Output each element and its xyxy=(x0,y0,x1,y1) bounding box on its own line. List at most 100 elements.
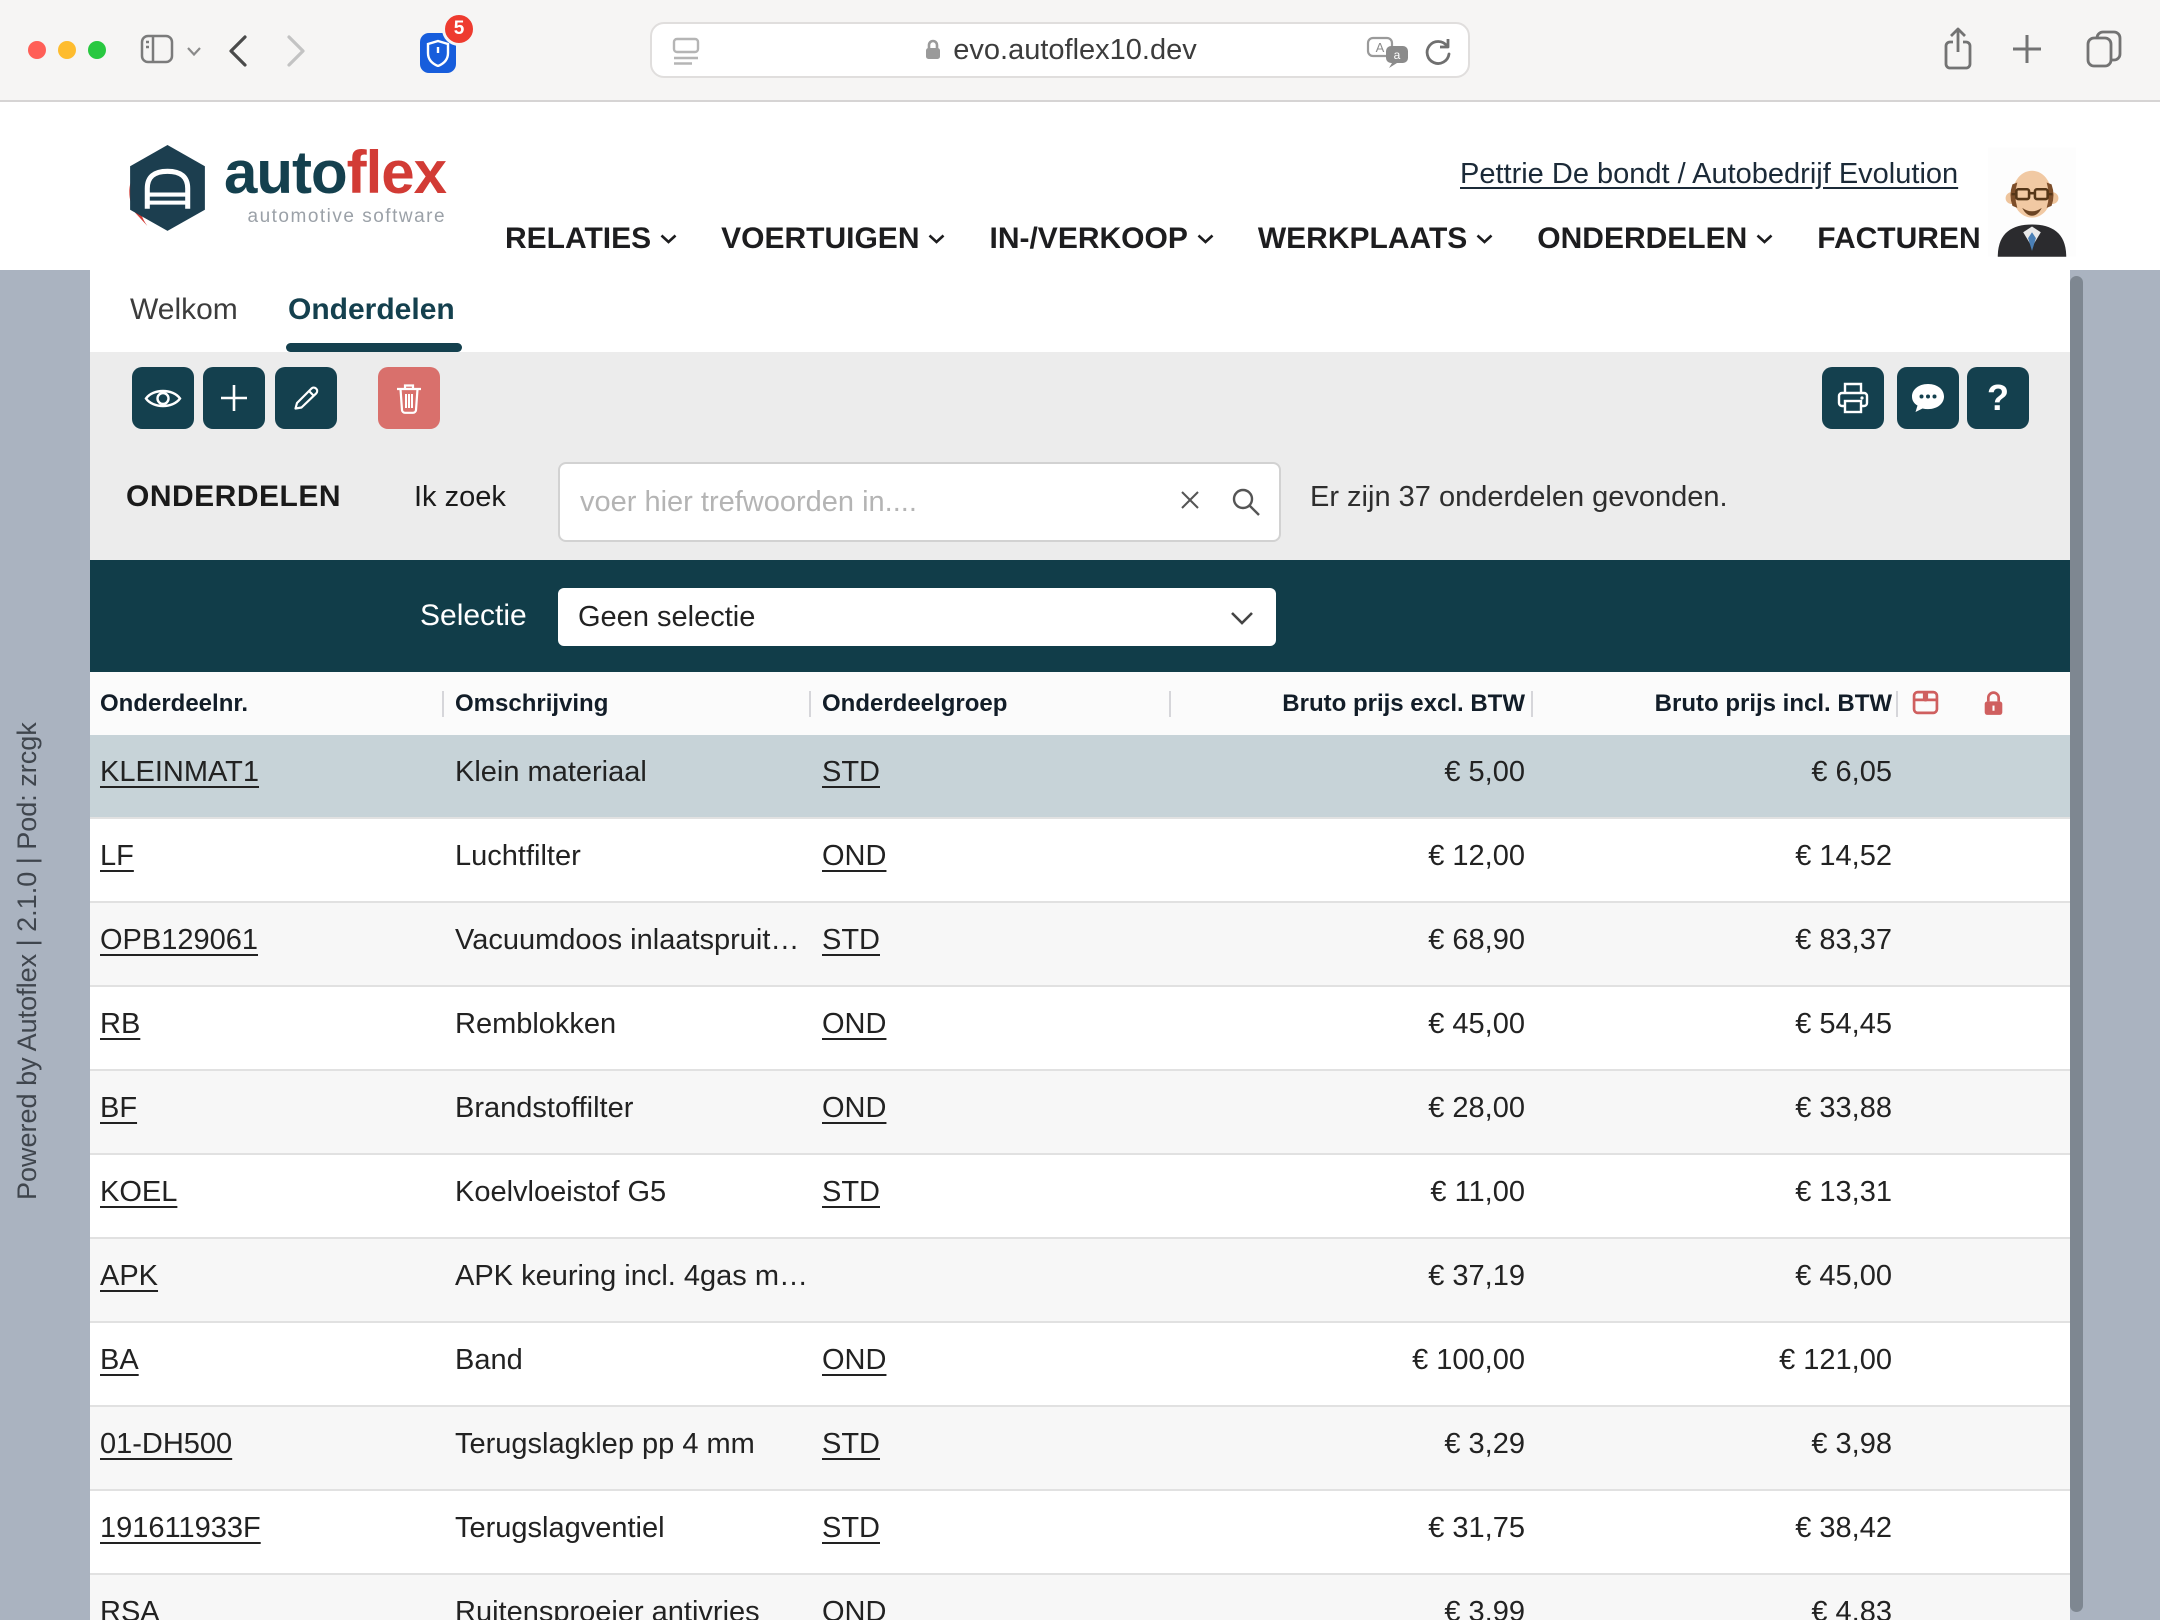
box-icon[interactable] xyxy=(1912,689,1939,716)
trash-icon xyxy=(394,381,424,415)
share-icon[interactable] xyxy=(1941,26,1975,72)
part-description: Klein materiaal xyxy=(455,735,810,809)
nav-item-werkplaats[interactable]: WERKPLAATS xyxy=(1258,222,1493,256)
price-incl: € 83,37 xyxy=(1562,903,1892,977)
tab-onderdelen[interactable]: Onderdelen xyxy=(288,270,455,350)
help-button[interactable]: ? xyxy=(1967,367,2029,429)
url-text[interactable]: evo.autoflex10.dev xyxy=(953,34,1196,67)
part-description: Brandstoffilter xyxy=(455,1071,810,1145)
part-group-link[interactable]: STD xyxy=(822,903,880,977)
tab-welkom[interactable]: Welkom xyxy=(130,270,238,350)
column-header-onderdeelgroep[interactable]: Onderdeelgroep xyxy=(822,672,1007,735)
feedback-button[interactable] xyxy=(1897,367,1959,429)
autoflex-logo-icon xyxy=(120,142,216,238)
part-group-link[interactable]: STD xyxy=(822,1407,880,1481)
logo-tagline: automotive software xyxy=(248,206,447,228)
sidebar-toggle-icon[interactable] xyxy=(140,34,174,64)
search-input[interactable] xyxy=(558,462,1281,542)
part-number-link[interactable]: RB xyxy=(100,987,140,1061)
part-number-link[interactable]: BA xyxy=(100,1323,139,1397)
question-mark-icon: ? xyxy=(1987,367,2009,429)
table-row[interactable]: KLEINMAT1 Klein materiaal STD € 5,00 € 6… xyxy=(90,735,2070,819)
part-number-link[interactable]: LF xyxy=(100,819,134,893)
part-group-link[interactable]: OND xyxy=(822,1575,886,1620)
part-number-link[interactable]: APK xyxy=(100,1239,158,1313)
part-group-link[interactable]: OND xyxy=(822,1323,886,1397)
table-row[interactable]: LF Luchtfilter OND € 12,00 € 14,52 xyxy=(90,819,2070,903)
autoflex-logo[interactable]: autoflex automotive software xyxy=(120,142,446,238)
part-number-link[interactable]: BF xyxy=(100,1071,137,1145)
part-number-link[interactable]: OPB129061 xyxy=(100,903,258,977)
print-button[interactable] xyxy=(1822,367,1884,429)
pencil-icon xyxy=(290,382,322,414)
table-row[interactable]: APK APK keuring incl. 4gas m… € 37,19 € … xyxy=(90,1239,2070,1323)
url-bar[interactable]: evo.autoflex10.dev A a xyxy=(650,22,1470,78)
part-group-link[interactable]: STD xyxy=(822,1155,880,1229)
back-button-icon[interactable] xyxy=(228,35,248,67)
part-number-link[interactable]: KLEINMAT1 xyxy=(100,735,259,809)
view-button[interactable] xyxy=(132,367,194,429)
part-description: Terugslagklep pp 4 mm xyxy=(455,1407,810,1481)
nav-item-onderdelen[interactable]: ONDERDELEN xyxy=(1537,222,1773,256)
table-row[interactable]: RSA Ruitensproeier antivries OND € 3,99 … xyxy=(90,1575,2070,1620)
delete-button[interactable] xyxy=(378,367,440,429)
clear-search-icon[interactable] xyxy=(1178,488,1202,512)
table-header: Onderdeelnr. Omschrijving Onderdeelgroep… xyxy=(90,672,2070,735)
part-group-link[interactable]: OND xyxy=(822,1071,886,1145)
table-row[interactable]: KOEL Koelvloeistof G5 STD € 11,00 € 13,3… xyxy=(90,1155,2070,1239)
account-link[interactable]: Pettrie De bondt / Autobedrijf Evolution xyxy=(1460,158,1958,191)
part-number-link[interactable]: KOEL xyxy=(100,1155,177,1229)
active-tab-underline xyxy=(286,343,462,352)
table-row[interactable]: RB Remblokken OND € 45,00 € 54,45 xyxy=(90,987,2070,1071)
minimize-window-button[interactable] xyxy=(58,41,76,59)
sidebar-menu-chevron-icon[interactable] xyxy=(187,47,201,56)
new-tab-icon[interactable] xyxy=(2010,32,2044,66)
nav-item-voertuigen[interactable]: VOERTUIGEN xyxy=(721,222,945,256)
table-row[interactable]: OPB129061 Vacuumdoos inlaatspruit… STD €… xyxy=(90,903,2070,987)
main-nav: RELATIES VOERTUIGEN IN-/VERKOOP WERKPLAA… xyxy=(505,222,2007,256)
part-group-link[interactable]: OND xyxy=(822,987,886,1061)
part-number-link[interactable]: RSA xyxy=(100,1575,160,1620)
table-row[interactable]: BF Brandstoffilter OND € 28,00 € 33,88 xyxy=(90,1071,2070,1155)
reload-icon[interactable] xyxy=(1422,36,1452,68)
add-button[interactable] xyxy=(203,367,265,429)
price-incl: € 14,52 xyxy=(1562,819,1892,893)
zoom-window-button[interactable] xyxy=(88,41,106,59)
translate-icon[interactable]: A a xyxy=(1366,36,1410,68)
price-excl: € 5,00 xyxy=(1175,735,1525,809)
table-row[interactable]: 191611933F Terugslagventiel STD € 31,75 … xyxy=(90,1491,2070,1575)
logo-wordmark: autoflex xyxy=(224,142,446,204)
price-incl: € 4,83 xyxy=(1562,1575,1892,1620)
column-header-prijs-excl[interactable]: Bruto prijs excl. BTW xyxy=(1175,672,1525,735)
column-header-onderdeelnr[interactable]: Onderdeelnr. xyxy=(100,672,248,735)
nav-item-facturen[interactable]: FACTUREN xyxy=(1817,222,2006,256)
close-window-button[interactable] xyxy=(28,41,46,59)
printer-icon xyxy=(1835,380,1871,416)
part-group-link[interactable]: STD xyxy=(822,735,880,809)
part-number-link[interactable]: 01-DH500 xyxy=(100,1407,232,1481)
parts-table-body: KLEINMAT1 Klein materiaal STD € 5,00 € 6… xyxy=(90,735,2070,1620)
selection-dropdown[interactable]: Geen selectie xyxy=(558,588,1276,646)
table-row[interactable]: 01-DH500 Terugslagklep pp 4 mm STD € 3,2… xyxy=(90,1407,2070,1491)
column-header-omschrijving[interactable]: Omschrijving xyxy=(455,672,608,735)
column-divider xyxy=(809,691,811,717)
scrollbar-thumb[interactable] xyxy=(2070,276,2083,1612)
lock-icon[interactable] xyxy=(1981,689,2006,718)
column-header-prijs-incl[interactable]: Bruto prijs incl. BTW xyxy=(1562,672,1892,735)
part-group-link[interactable]: STD xyxy=(822,1491,880,1565)
price-excl: € 11,00 xyxy=(1175,1155,1525,1229)
avatar[interactable] xyxy=(1988,146,2076,258)
search-label: Ik zoek xyxy=(414,472,506,522)
price-excl: € 31,75 xyxy=(1175,1491,1525,1565)
nav-item-relaties[interactable]: RELATIES xyxy=(505,222,677,256)
nav-item-label: RELATIES xyxy=(505,222,651,256)
edit-button[interactable] xyxy=(275,367,337,429)
search-icon[interactable] xyxy=(1230,486,1262,518)
forward-button-icon[interactable] xyxy=(286,35,306,67)
nav-item-inverkoop[interactable]: IN-/VERKOOP xyxy=(989,222,1213,256)
svg-text:a: a xyxy=(1394,48,1401,62)
part-number-link[interactable]: 191611933F xyxy=(100,1491,261,1565)
table-row[interactable]: BA Band OND € 100,00 € 121,00 xyxy=(90,1323,2070,1407)
tab-overview-icon[interactable] xyxy=(2084,28,2124,68)
part-group-link[interactable]: OND xyxy=(822,819,886,893)
